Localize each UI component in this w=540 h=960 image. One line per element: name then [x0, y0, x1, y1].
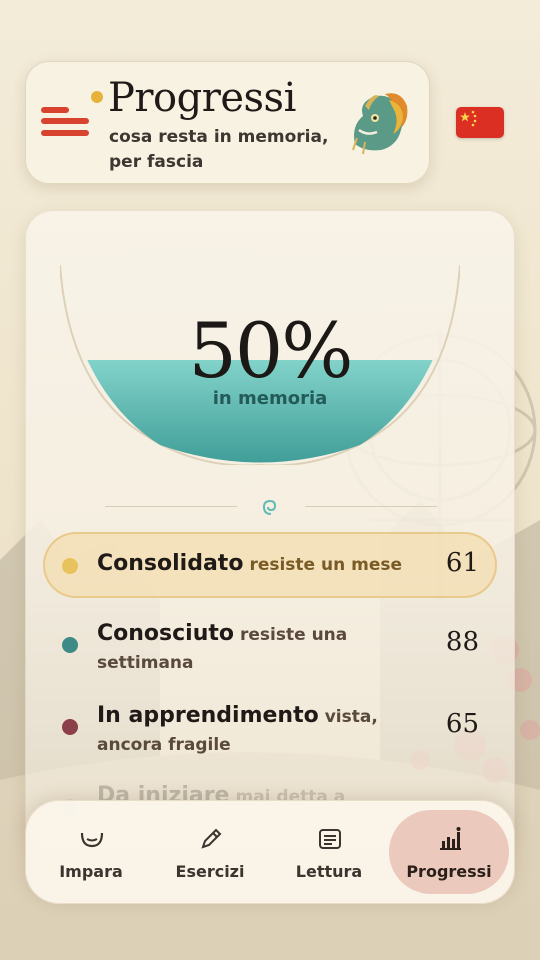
nav-label: Lettura [295, 862, 363, 881]
mouth-icon [80, 832, 104, 848]
band-row[interactable]: Consolidato resiste un mese 61 [43, 532, 497, 598]
nav-item-lettura[interactable]: Lettura [269, 810, 389, 894]
pencil-icon [201, 828, 222, 849]
reading-icon [319, 829, 341, 849]
progress-card: 50% in memoria Consolidato resiste un mes… [25, 210, 515, 850]
bottom-nav: Impara Esercizi Lettura Progressi [25, 800, 515, 904]
nav-label: Impara [59, 862, 123, 881]
china-flag-icon[interactable] [456, 107, 504, 138]
band-text: In apprendimento vista, ancora fragile [97, 702, 427, 759]
header-card: Progressi cosa resta in memoria, per fas… [25, 61, 430, 184]
band-count: 65 [445, 709, 479, 739]
page-subtitle: cosa resta in memoria, per fascia [109, 127, 329, 172]
band-count: 88 [445, 627, 479, 657]
band-row[interactable]: Conosciuto resiste una settimana 88 [43, 611, 497, 677]
spiral-icon [262, 499, 277, 515]
page-title: Progressi [108, 75, 296, 121]
nav-label: Esercizi [175, 862, 245, 881]
band-row[interactable]: In apprendimento vista, ancora fragile 65 [43, 693, 497, 759]
band-name: Consolidato [97, 551, 244, 576]
menu-icon[interactable] [41, 103, 91, 139]
nav-label: Progressi [406, 862, 492, 881]
memory-percent: 50% [188, 306, 354, 395]
band-text: Consolidato resiste un mese [97, 550, 427, 579]
nav-item-esercizi[interactable]: Esercizi [150, 810, 270, 894]
nav-item-impara[interactable]: Impara [31, 810, 151, 894]
bar-chart-icon [440, 827, 461, 850]
nav-item-progressi[interactable]: Progressi [389, 810, 509, 894]
accent-dot [91, 91, 103, 103]
band-text: Conosciuto resiste una settimana [97, 620, 427, 677]
band-count: 61 [445, 548, 479, 578]
band-dot [62, 637, 78, 653]
dragon-icon [352, 93, 408, 155]
band-dot [62, 719, 78, 735]
band-name: In apprendimento [97, 703, 319, 728]
divider-right [305, 506, 437, 507]
divider-left [105, 506, 237, 507]
band-description: resiste un mese [249, 555, 403, 575]
band-dot [62, 558, 78, 574]
memory-label: in memoria [212, 388, 328, 409]
band-name: Conosciuto [97, 621, 235, 646]
